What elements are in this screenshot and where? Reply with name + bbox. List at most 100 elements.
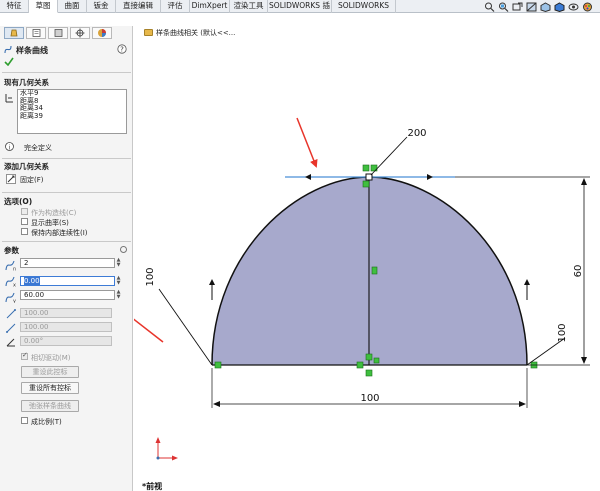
reset-handle-button[interactable]: 重设此控标 bbox=[21, 366, 79, 378]
section-divider bbox=[2, 72, 131, 73]
list-item[interactable]: 距离39 bbox=[18, 112, 126, 121]
view-label: *前视 bbox=[142, 481, 162, 491]
collapse-params-icon[interactable] bbox=[120, 246, 127, 253]
dim-100-bottom-label[interactable]: 100 bbox=[360, 393, 379, 404]
section-view-icon[interactable] bbox=[526, 2, 537, 12]
relation-marker[interactable] bbox=[362, 180, 370, 188]
property-manager-panel: 样条曲线 ? 现有几何关系 水平9 距离8 距离34 距离39 i 完全定义 添… bbox=[0, 26, 133, 491]
tangent-weight-1-field[interactable]: 100.00 bbox=[20, 308, 112, 318]
spline-x-coordinate-icon: x bbox=[5, 276, 16, 288]
relation-marker[interactable] bbox=[362, 164, 370, 172]
svg-text:?: ? bbox=[120, 46, 124, 54]
annotation-arrow-top bbox=[296, 117, 318, 168]
svg-text:x: x bbox=[13, 283, 16, 288]
relations-icon bbox=[5, 94, 13, 103]
tangent-weight-2-field[interactable]: 100.00 bbox=[20, 322, 112, 332]
spline-y-coordinate-icon: y bbox=[5, 292, 16, 304]
dimxpert-tab[interactable] bbox=[70, 27, 90, 39]
relation-marker[interactable] bbox=[365, 369, 373, 377]
tab-solidworks-addins[interactable]: SOLIDWORKS 插件 bbox=[268, 0, 332, 22]
construction-label: 作为构造线(C) bbox=[31, 209, 77, 217]
property-tab[interactable] bbox=[26, 27, 46, 39]
x-coordinate-field[interactable]: 0.00 bbox=[20, 276, 115, 286]
relax-spline-button[interactable]: 弛张样条曲线 bbox=[21, 400, 79, 412]
color-wheel-icon bbox=[98, 29, 106, 37]
keep-continuity-checkbox[interactable] bbox=[21, 228, 28, 235]
reset-all-handles-button[interactable]: 重设所有控标 bbox=[21, 382, 79, 394]
triad-x-arrow bbox=[172, 455, 178, 461]
svg-text:y: y bbox=[13, 299, 16, 304]
property-manager-tab[interactable] bbox=[4, 27, 24, 39]
dim-100-right-label[interactable]: 100 bbox=[557, 323, 568, 342]
dim-200-leader bbox=[370, 136, 408, 176]
tangent-angle-field[interactable]: 0.00° bbox=[20, 336, 112, 346]
svg-text:n: n bbox=[13, 267, 16, 272]
dim-100-left-leader bbox=[158, 288, 213, 366]
add-relations-title: 添加几何关系 bbox=[4, 162, 49, 171]
options-title: 选项(O) bbox=[4, 197, 33, 206]
spline-point-number-field[interactable]: 2 bbox=[20, 258, 115, 268]
graphics-area[interactable]: 200 100 100 60 100 *前视 bbox=[134, 26, 600, 491]
relation-marker[interactable] bbox=[214, 361, 222, 369]
configuration-icon bbox=[54, 29, 63, 37]
tab-render-tools[interactable]: 渲染工具 bbox=[230, 0, 268, 13]
triad-origin bbox=[156, 456, 160, 460]
tangent-driving-checkbox[interactable] bbox=[21, 351, 28, 360]
relation-marker[interactable] bbox=[365, 353, 373, 361]
display-tab[interactable] bbox=[92, 27, 112, 39]
previous-view-icon[interactable] bbox=[512, 2, 523, 12]
zoom-to-fit-icon[interactable] bbox=[484, 2, 495, 12]
status-text: 完全定义 bbox=[24, 144, 52, 152]
tab-evaluate[interactable]: 评估 bbox=[161, 0, 190, 13]
fix-label[interactable]: 固定(F) bbox=[20, 175, 44, 185]
edit-appearance-icon[interactable] bbox=[582, 2, 593, 12]
relation-marker[interactable] bbox=[356, 361, 364, 369]
heads-up-view-toolbar bbox=[484, 2, 598, 13]
proportional-checkbox[interactable] bbox=[21, 417, 28, 424]
section-divider bbox=[2, 192, 131, 193]
params-title: 参数 bbox=[4, 246, 19, 255]
tab-sketch[interactable]: 草图 bbox=[29, 0, 58, 13]
construction-checkbox[interactable] bbox=[21, 208, 28, 215]
spin-stepper[interactable]: ▲ ▼ bbox=[116, 276, 121, 286]
zoom-area-icon[interactable] bbox=[498, 2, 509, 12]
tangent-handle-right-arrow[interactable] bbox=[427, 174, 433, 180]
dim-60-arrow-top bbox=[581, 178, 587, 185]
help-icon[interactable]: ? bbox=[117, 44, 127, 54]
ok-checkmark-icon[interactable] bbox=[4, 57, 14, 66]
display-style-icon[interactable] bbox=[554, 2, 565, 12]
panel-title: 样条曲线 bbox=[16, 46, 48, 55]
view-orientation-icon[interactable] bbox=[540, 2, 551, 12]
proportional-label: 成比例(T) bbox=[31, 418, 62, 426]
tab-dimxpert[interactable]: DimXpert bbox=[190, 0, 230, 13]
spin-stepper[interactable]: ▲ ▼ bbox=[116, 258, 121, 268]
end-handle-right-arrow[interactable] bbox=[524, 279, 530, 285]
relation-marker[interactable] bbox=[373, 357, 380, 364]
config-tab[interactable] bbox=[48, 27, 68, 39]
show-curvature-checkbox[interactable] bbox=[21, 218, 28, 225]
dim-200-label[interactable]: 200 bbox=[407, 128, 426, 139]
crosshair-icon bbox=[75, 28, 85, 38]
hide-show-items-icon[interactable] bbox=[568, 2, 579, 12]
tab-sheet-metal[interactable]: 钣金 bbox=[87, 0, 116, 13]
section-divider bbox=[2, 158, 131, 159]
tangent-handle-left-arrow[interactable] bbox=[305, 174, 311, 180]
keep-continuity-label: 保持内部连续性(I) bbox=[31, 229, 88, 237]
tab-features[interactable]: 特征 bbox=[0, 0, 29, 13]
spline-point-number-icon: n bbox=[5, 260, 16, 272]
relation-marker[interactable] bbox=[371, 266, 378, 275]
sketch-drawing[interactable]: 200 100 100 60 100 *前视 bbox=[134, 26, 600, 491]
tab-direct-editing[interactable]: 直接编辑 bbox=[116, 0, 161, 13]
tab-solidworks-mbd[interactable]: SOLIDWORKS MBD bbox=[332, 0, 396, 22]
dim-60-label[interactable]: 60 bbox=[573, 265, 584, 278]
dim-100-arrow-right bbox=[519, 401, 526, 407]
spin-stepper[interactable]: ▲ ▼ bbox=[116, 290, 121, 300]
y-coordinate-field[interactable]: 60.00 bbox=[20, 290, 115, 300]
tab-surfaces[interactable]: 曲面 bbox=[58, 0, 87, 13]
relations-list[interactable]: 水平9 距离8 距离34 距离39 bbox=[17, 89, 127, 134]
dim-100-left-label[interactable]: 100 bbox=[145, 267, 156, 286]
fix-relation-icon[interactable] bbox=[6, 174, 16, 184]
end-handle-left-arrow[interactable] bbox=[209, 279, 215, 285]
feature-tree-icon bbox=[10, 29, 18, 37]
section-divider bbox=[2, 241, 131, 242]
